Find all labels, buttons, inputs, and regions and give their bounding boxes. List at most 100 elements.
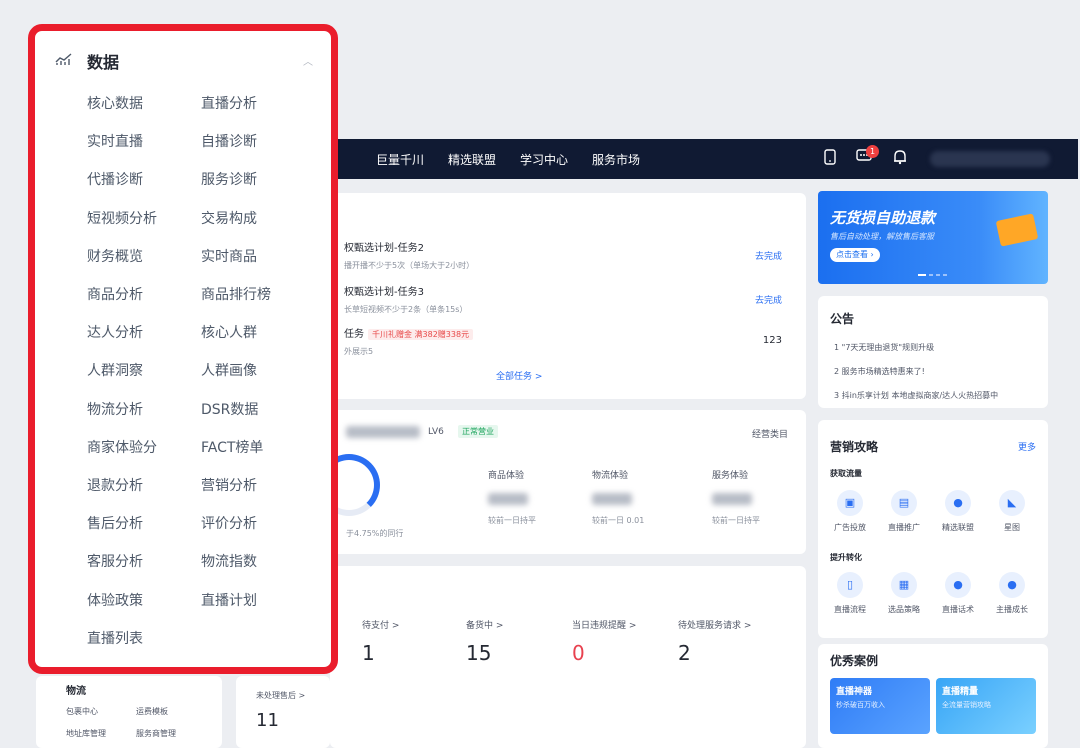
logistics-title: 物流 xyxy=(66,686,86,697)
banner-button[interactable]: 点击查看 › xyxy=(830,248,880,262)
notice-item[interactable]: 2 服务市场精选特惠来了! xyxy=(834,366,925,377)
link-provider-manage[interactable]: 服务商管理 xyxy=(136,728,176,739)
category-link[interactable]: 经营类目 xyxy=(752,427,788,440)
case-item[interactable]: 直播精量 全流量营销攻略 xyxy=(936,678,1036,734)
after-sale-card[interactable]: 未处理售后 > 11 xyxy=(236,676,330,748)
data-menu-item[interactable]: 自播诊断 xyxy=(201,131,257,151)
data-menu-item[interactable]: 财务概览 xyxy=(87,246,143,266)
data-menu-item[interactable]: 直播列表 xyxy=(87,628,143,648)
stat-label: 当日违规提醒 > xyxy=(572,621,637,631)
tool-ad[interactable]: ▣ 广告投放 xyxy=(830,490,870,533)
stat-violation-alert[interactable]: 当日违规提醒 > 0 xyxy=(572,618,636,665)
metric-label: 服务体验 xyxy=(712,471,749,481)
ad-icon: ▣ xyxy=(837,490,863,516)
data-menu-item[interactable]: 人群洞察 xyxy=(87,360,143,380)
case-item-title: 直播神器 xyxy=(836,687,873,697)
marketing-title: 营销攻略 xyxy=(830,440,879,454)
data-menu-item[interactable]: 核心数据 xyxy=(87,93,143,113)
data-menu-item[interactable]: 实时直播 xyxy=(87,131,143,151)
data-menu-item[interactable]: 核心人群 xyxy=(201,322,257,342)
all-tasks-link[interactable]: 全部任务 > xyxy=(496,369,542,382)
live-flow-icon: ▯ xyxy=(837,572,863,598)
case-title: 优秀案例 xyxy=(830,654,879,668)
data-menu-item[interactable]: 直播计划 xyxy=(201,590,257,610)
promo-banner[interactable]: 无货损自助退款 售后自动处理，解放售后客服 点击查看 › xyxy=(818,191,1048,284)
metric-value-blurred xyxy=(712,493,752,505)
chevron-up-icon[interactable]: ︿ xyxy=(303,53,313,68)
data-menu-item[interactable]: 服务诊断 xyxy=(201,169,257,189)
envelope-icon xyxy=(995,213,1039,247)
data-menu-item[interactable]: 商品排行榜 xyxy=(201,284,271,304)
tool-alliance[interactable]: ● 精选联盟 xyxy=(938,490,978,533)
data-menu-item[interactable]: 体验政策 xyxy=(87,590,143,610)
nav-item-alliance[interactable]: 精选联盟 xyxy=(448,151,496,168)
data-menu-item[interactable]: 代播诊断 xyxy=(87,169,143,189)
metric-foot: 较前一日持平 xyxy=(488,516,536,525)
notice-card: 公告 1 "7天无理由退货"规则升级 2 服务市场精选特惠来了! 3 抖in乐享… xyxy=(818,296,1048,408)
metric-logistics: 物流体验 较前一日 0.01 xyxy=(592,468,644,526)
nav-item-qianchuan[interactable]: 巨量千川 xyxy=(376,151,424,168)
data-menu-item[interactable]: 交易构成 xyxy=(201,208,257,228)
tool-label: 选品策略 xyxy=(888,605,920,614)
data-menu-item[interactable]: 短视频分析 xyxy=(87,208,157,228)
task-action-link[interactable]: 去完成 xyxy=(755,249,782,262)
tool-selection[interactable]: ▦ 选品策略 xyxy=(884,572,924,615)
after-sale-label: 未处理售后 > xyxy=(256,691,306,700)
tool-label: 直播推广 xyxy=(888,523,920,532)
metric-foot: 较前一日 0.01 xyxy=(592,516,645,525)
tool-live-promo[interactable]: ▤ 直播推广 xyxy=(884,490,924,533)
message-badge: 1 xyxy=(866,145,879,158)
stat-service-requests[interactable]: 待处理服务请求 > 2 xyxy=(678,618,751,665)
user-account-blurred[interactable] xyxy=(930,151,1050,167)
data-menu-item[interactable]: 物流指数 xyxy=(201,551,257,571)
carousel-dots[interactable] xyxy=(918,261,950,280)
data-menu-item[interactable]: 直播分析 xyxy=(201,93,257,113)
data-menu-item[interactable]: 售后分析 xyxy=(87,513,143,533)
data-menu-item[interactable]: 达人分析 xyxy=(87,322,143,342)
data-menu-item[interactable]: 评价分析 xyxy=(201,513,257,533)
data-menu-item[interactable]: 实时商品 xyxy=(201,246,257,266)
data-menu-item[interactable]: 物流分析 xyxy=(87,399,143,419)
notice-item[interactable]: 1 "7天无理由退货"规则升级 xyxy=(834,342,934,353)
tool-host-growth[interactable]: ● 主播成长 xyxy=(992,572,1032,615)
nav-item-market[interactable]: 服务市场 xyxy=(592,151,640,168)
data-menu-item[interactable]: 客服分析 xyxy=(87,551,143,571)
stat-stocking[interactable]: 备货中 > 15 xyxy=(466,618,503,665)
stat-value: 15 xyxy=(466,641,492,665)
message-icon[interactable]: 1 xyxy=(854,145,879,169)
data-menu-item[interactable]: 商品分析 xyxy=(87,284,143,304)
link-package-center[interactable]: 包裹中心 xyxy=(66,706,98,717)
metric-value-blurred xyxy=(488,493,528,505)
data-menu-item[interactable]: 人群画像 xyxy=(201,360,257,380)
task-tag: 千川礼赠金 满382赠338元 xyxy=(368,329,474,340)
notice-item[interactable]: 3 抖in乐享计划 本地虚拟商家/达人火热招募中 xyxy=(834,390,998,401)
task-title: 权甄选计划-任务3 xyxy=(344,287,424,298)
data-menu-item[interactable]: 营销分析 xyxy=(201,475,257,495)
link-freight-template[interactable]: 运费模板 xyxy=(136,706,168,717)
case-item[interactable]: 直播神器 秒杀破百万收入 xyxy=(830,678,930,734)
data-menu-item[interactable]: FACT榜单 xyxy=(201,437,263,457)
after-sale-value: 11 xyxy=(256,710,279,731)
shop-level: LV6 xyxy=(428,427,444,437)
stat-pending-payment[interactable]: 待支付 > 1 xyxy=(362,618,399,665)
link-address-book[interactable]: 地址库管理 xyxy=(66,728,106,739)
marketing-more-link[interactable]: 更多 xyxy=(1018,440,1036,453)
data-menu-header[interactable]: 数据 xyxy=(55,49,119,73)
data-menu-item[interactable]: DSR数据 xyxy=(201,399,258,419)
nav-item-learning[interactable]: 学习中心 xyxy=(520,151,568,168)
shop-status-badge: 正常营业 xyxy=(458,425,498,438)
tool-label: 直播话术 xyxy=(942,605,974,614)
banner-subtitle: 售后自动处理，解放售后客服 xyxy=(830,232,934,241)
phone-icon[interactable] xyxy=(820,149,840,169)
top-nav-bar: 巨量千川 精选联盟 学习中心 服务市场 1 xyxy=(330,139,1078,179)
bell-icon[interactable] xyxy=(890,149,910,169)
tool-live-flow[interactable]: ▯ 直播流程 xyxy=(830,572,870,615)
data-menu-item[interactable]: 商家体验分 xyxy=(87,437,157,457)
task-action-link[interactable]: 去完成 xyxy=(755,293,782,306)
tool-star-map[interactable]: ◣ 星图 xyxy=(992,490,1032,533)
data-menu-title: 数据 xyxy=(87,53,120,72)
task-card: 权甄选计划-任务2 播开播不少于5次（单场大于2小时） 去完成 权甄选计划-任务… xyxy=(330,193,806,399)
tool-script[interactable]: ● 直播话术 xyxy=(938,572,978,615)
data-menu-item[interactable]: 退款分析 xyxy=(87,475,143,495)
tool-label: 精选联盟 xyxy=(942,523,974,532)
